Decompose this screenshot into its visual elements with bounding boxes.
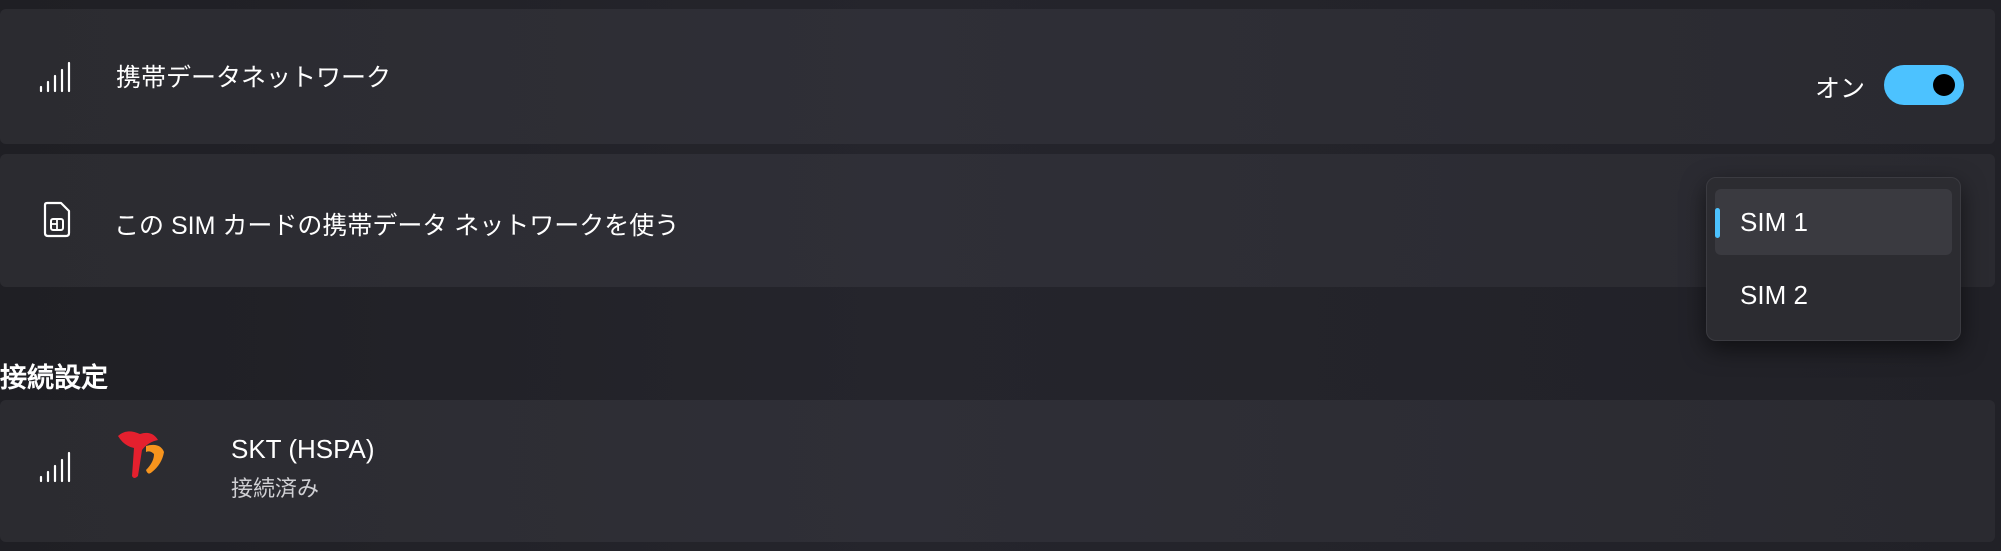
sim-selection-card: この SIM カードの携帯データ ネットワークを使う bbox=[0, 154, 1995, 287]
sim-option-label: SIM 1 bbox=[1740, 207, 1808, 237]
selection-indicator bbox=[1715, 208, 1720, 238]
sim-selection-label: この SIM カードの携帯データ ネットワークを使う bbox=[114, 212, 680, 240]
cellular-data-card: 携帯データネットワーク オン bbox=[0, 9, 1995, 144]
connection-status: 接続済み bbox=[231, 476, 320, 501]
sim-card-icon bbox=[43, 201, 71, 238]
connection-settings-title: 接続設定 bbox=[0, 363, 108, 393]
cellular-data-toggle[interactable] bbox=[1884, 65, 1964, 105]
sim-option-label: SIM 2 bbox=[1740, 280, 1808, 310]
carrier-name: SKT (HSPA) bbox=[231, 434, 375, 464]
toggle-state-label: オン bbox=[1815, 75, 1866, 103]
sim-option-2[interactable]: SIM 2 bbox=[1715, 262, 1952, 328]
sim-option-1[interactable]: SIM 1 bbox=[1715, 189, 1952, 255]
signal-bars-icon bbox=[39, 61, 71, 93]
cellular-settings-page: 携帯データネットワーク オン この SIM カードの携帯データ ネットワークを使… bbox=[0, 0, 2001, 551]
toggle-knob bbox=[1933, 74, 1955, 96]
sim-dropdown-menu: SIM 1 SIM 2 bbox=[1706, 177, 1961, 341]
signal-bars-icon bbox=[39, 451, 71, 483]
cellular-data-label: 携帯データネットワーク bbox=[116, 64, 392, 92]
skt-logo-icon bbox=[118, 431, 164, 478]
